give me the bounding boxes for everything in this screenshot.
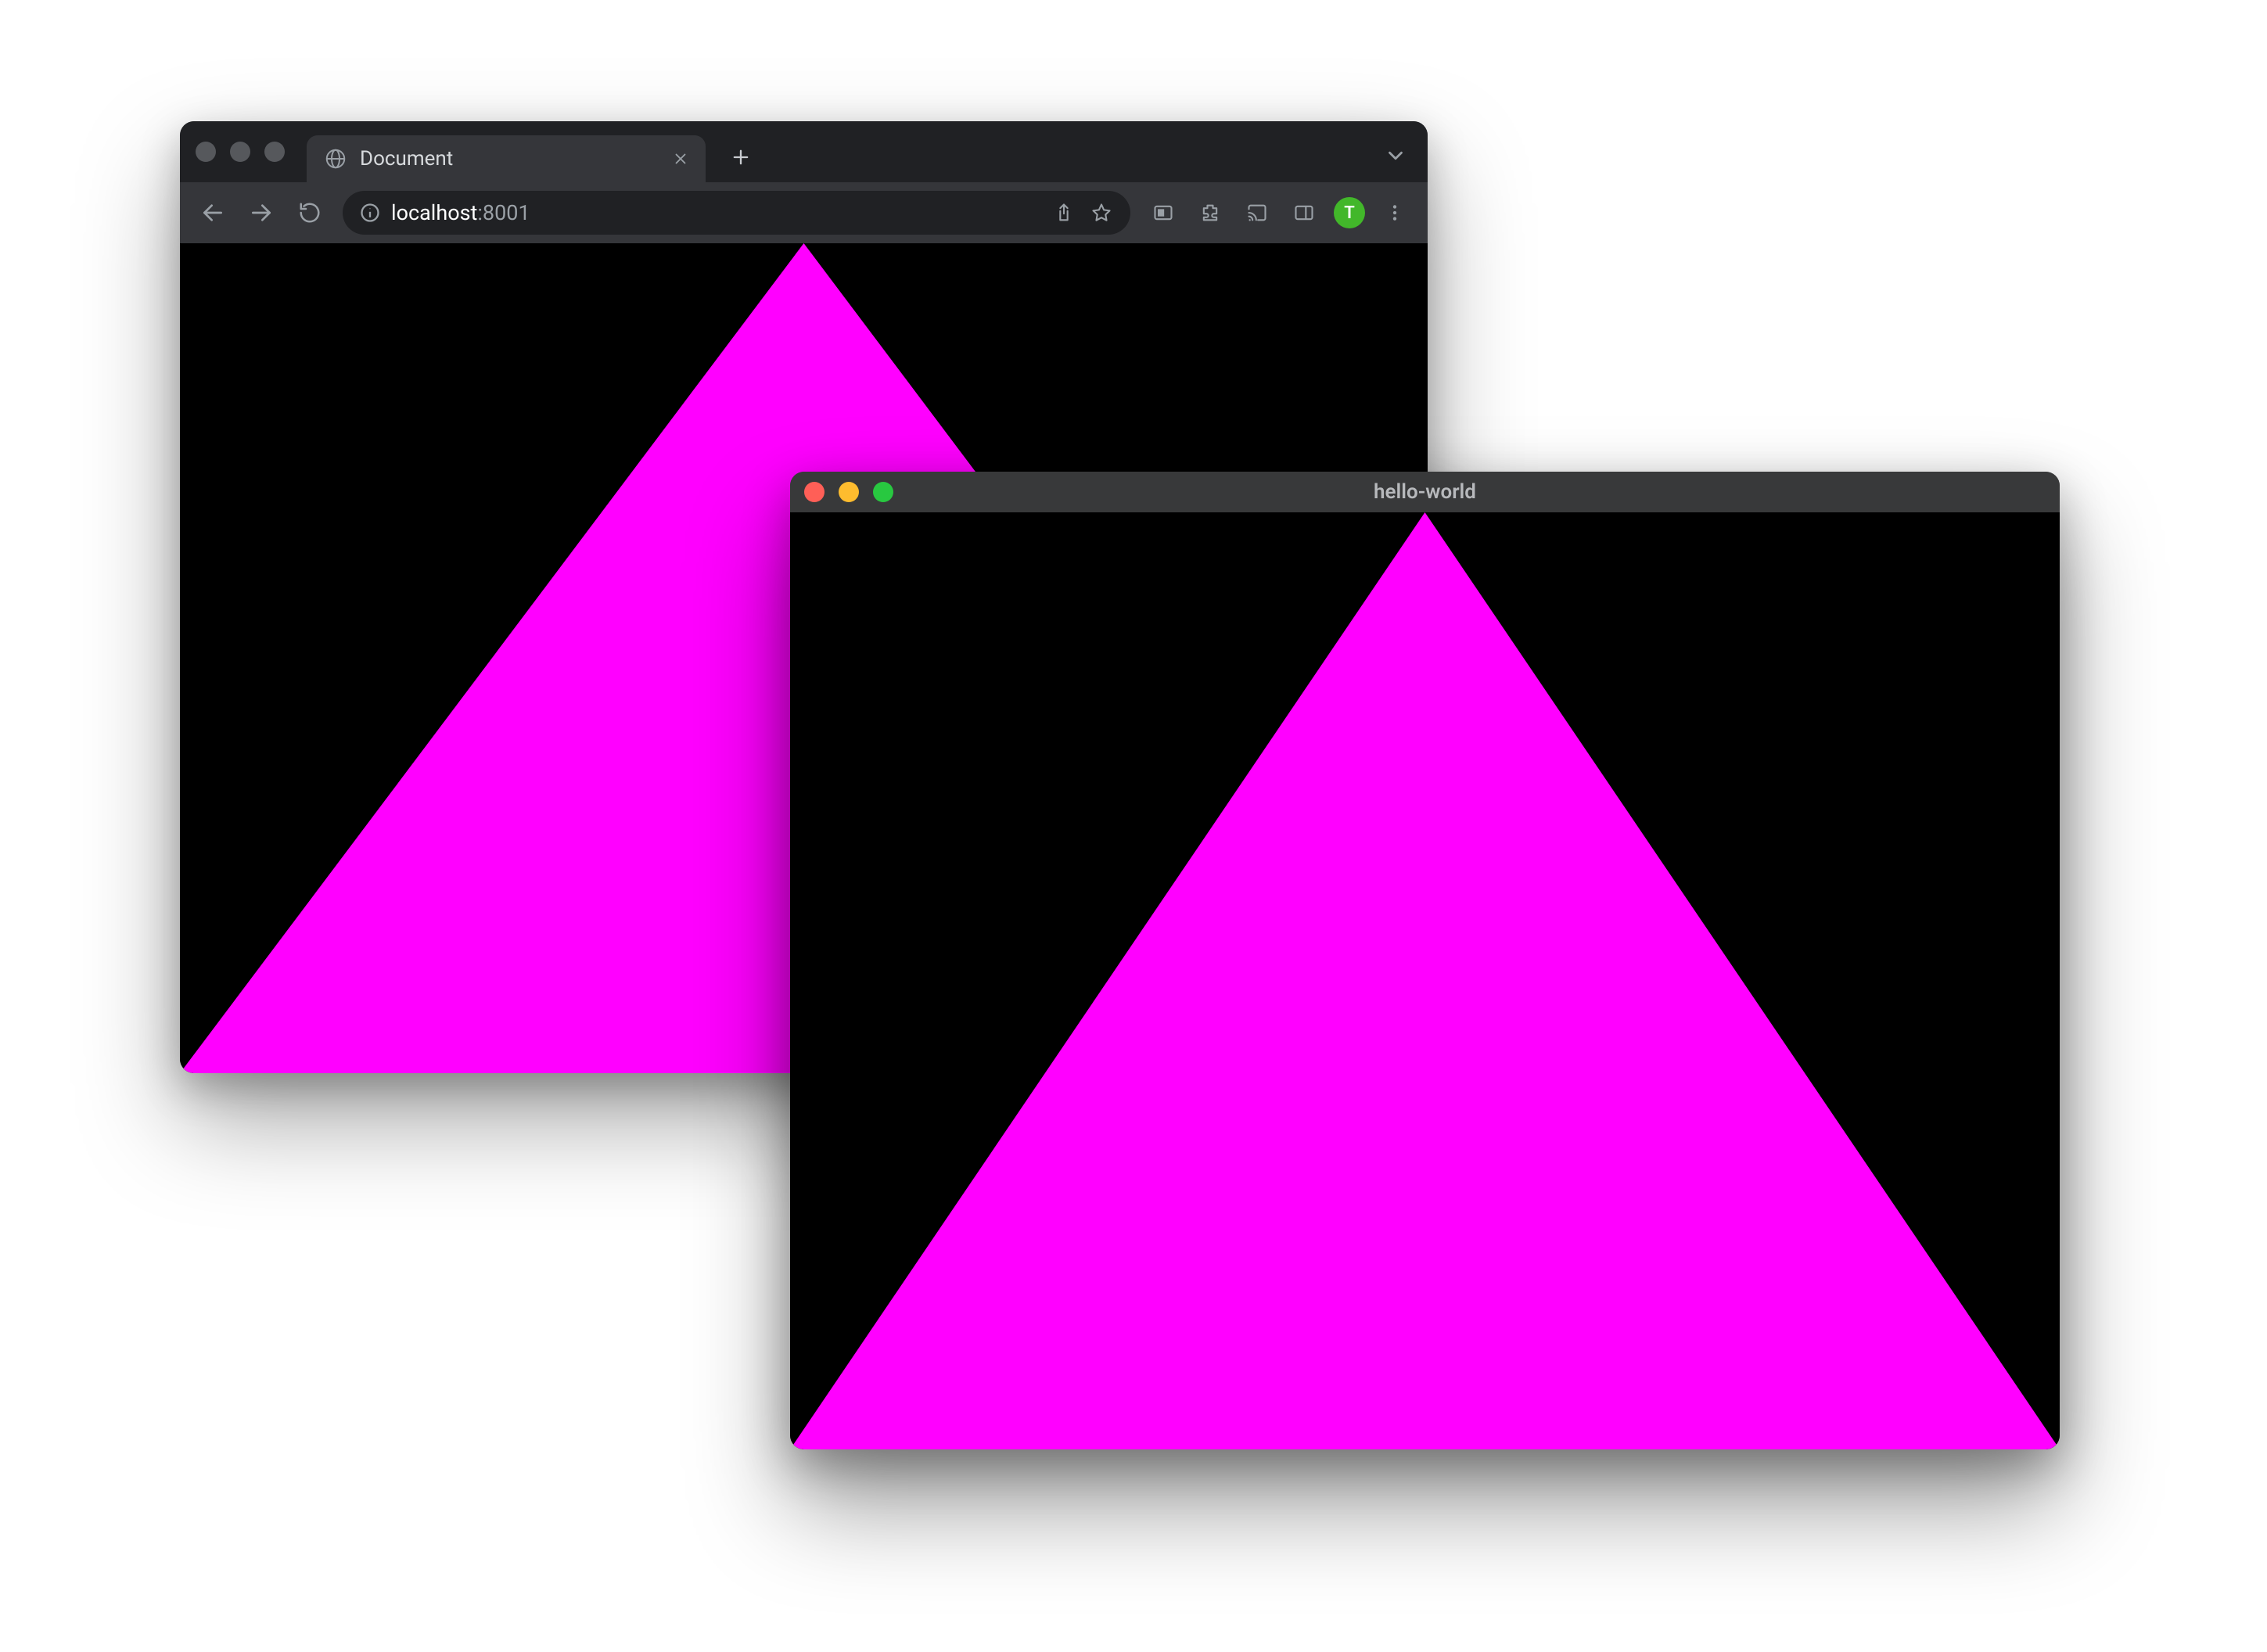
url-port: :8001 [477,200,530,225]
cast-icon[interactable] [1235,191,1279,235]
macos-traffic-lights [196,142,285,162]
new-tab-button[interactable] [723,139,759,175]
app-window-title: hello-world [804,480,2046,504]
bookmark-star-icon[interactable] [1088,199,1115,226]
reload-button[interactable] [288,191,332,235]
window-maximize-button[interactable] [264,142,285,162]
nav-back-button[interactable] [191,191,235,235]
address-bar[interactable]: localhost:8001 [343,191,1130,235]
window-close-button[interactable] [196,142,216,162]
url-text: localhost:8001 [391,200,1041,225]
nav-forward-button[interactable] [239,191,283,235]
share-icon[interactable] [1051,199,1077,226]
side-panel-icon[interactable] [1282,191,1326,235]
macos-traffic-lights [804,482,893,502]
app-titlebar[interactable]: hello-world [790,472,2060,512]
app-window: hello-world [790,472,2060,1449]
browser-tab-title: Document [360,147,657,171]
extensions-icon[interactable] [1188,191,1232,235]
browser-tab[interactable]: Document [307,135,706,182]
kebab-menu-icon[interactable] [1373,191,1417,235]
reader-mode-icon[interactable] [1141,191,1185,235]
window-close-button[interactable] [804,482,825,502]
window-minimize-button[interactable] [839,482,859,502]
toolbar-right-group: T [1141,191,1417,235]
url-host: localhost [391,200,477,225]
app-viewport [790,512,2060,1449]
browser-tab-strip: Document [180,121,1428,182]
window-minimize-button[interactable] [230,142,250,162]
site-info-icon[interactable] [358,201,382,224]
browser-toolbar: localhost:8001 [180,182,1428,243]
window-maximize-button[interactable] [873,482,893,502]
globe-icon [324,147,347,171]
tab-list-dropdown[interactable] [1379,139,1412,172]
magenta-triangle [790,512,2060,1449]
profile-avatar[interactable]: T [1334,197,1365,228]
close-tab-button[interactable] [670,148,692,170]
profile-initial: T [1344,203,1355,223]
